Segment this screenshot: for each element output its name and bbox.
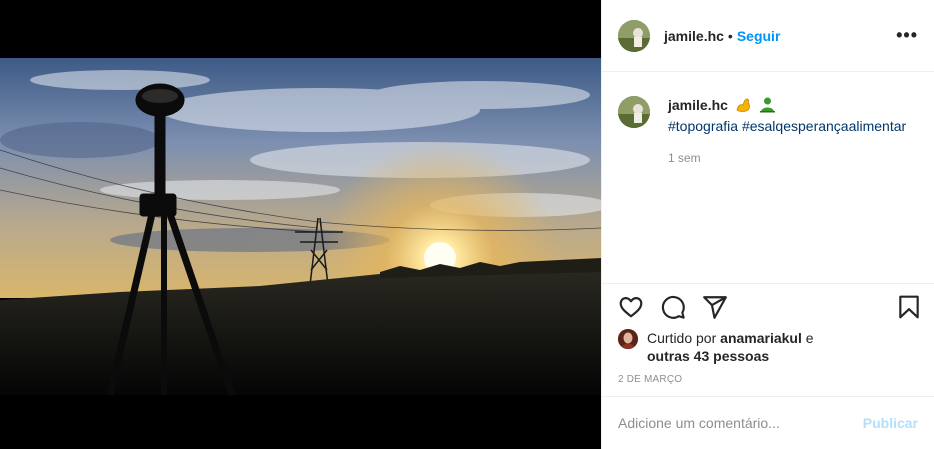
likes-summary: Curtido por anamariakul e outras 43 pess…: [618, 329, 918, 365]
bookmark-icon[interactable]: [896, 294, 922, 320]
caption-avatar-image: [618, 96, 650, 128]
comment-icon[interactable]: [660, 294, 686, 320]
post-photo[interactable]: [0, 0, 601, 449]
post-date[interactable]: 2 DE MARÇO: [618, 374, 682, 385]
comment-input[interactable]: [618, 415, 863, 431]
caption-avatar[interactable]: [618, 96, 650, 128]
green-figure-icon: [759, 96, 776, 117]
instagram-post: jamile.hc • Seguir ••• jamile.hc #topogr…: [0, 0, 934, 449]
likes-connector: e: [805, 330, 814, 346]
liker-avatar[interactable]: [618, 329, 638, 349]
comment-composer: Publicar: [602, 396, 934, 449]
header-separator: •: [727, 27, 733, 44]
heart-icon[interactable]: [618, 294, 644, 320]
others-likes-link[interactable]: outras 43 pessoas: [647, 348, 769, 364]
hashtag-link[interactable]: #topografia: [668, 118, 738, 134]
follow-button[interactable]: Seguir: [737, 28, 781, 44]
post-side-panel: jamile.hc • Seguir ••• jamile.hc #topogr…: [601, 0, 934, 449]
caption-username[interactable]: jamile.hc: [668, 97, 728, 113]
hashtag-link[interactable]: #esalqesperançaalimentar: [742, 118, 906, 134]
liker-avatar-image: [618, 329, 638, 349]
hashtag-list: #topografia #esalqesperançaalimentar: [668, 117, 906, 135]
liker-username[interactable]: anamariakul: [720, 330, 802, 346]
action-bar: [618, 294, 922, 320]
publish-button[interactable]: Publicar: [863, 415, 918, 431]
author-username[interactable]: jamile.hc: [664, 28, 724, 44]
author-avatar-image: [618, 19, 650, 52]
paper-plane-icon[interactable]: [702, 294, 728, 320]
flexed-biceps-icon: [735, 96, 752, 117]
more-options-icon[interactable]: •••: [896, 25, 918, 46]
caption-text: jamile.hc #topografia #esalqesperançaali…: [668, 96, 906, 283]
sunset-survey-photo: [0, 0, 601, 449]
caption-block: jamile.hc #topografia #esalqesperançaali…: [602, 72, 934, 284]
author-avatar[interactable]: [618, 19, 650, 52]
likes-text: Curtido por anamariakul e outras 43 pess…: [647, 329, 814, 365]
caption-timestamp[interactable]: 1 sem: [668, 149, 906, 167]
liked-by-prefix: Curtido por: [647, 330, 717, 346]
post-header: jamile.hc • Seguir •••: [602, 0, 934, 72]
